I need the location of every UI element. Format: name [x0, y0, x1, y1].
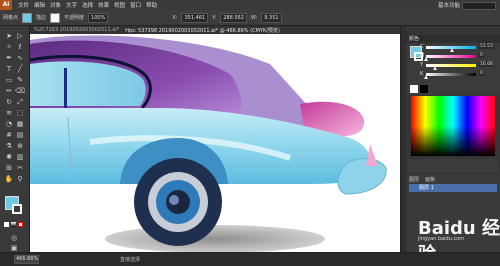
control-bar: 网格点 描边 不透明度 100% X: 351.461 Y: 288.562 W… [0, 10, 500, 26]
opacity-label: 不透明度 [64, 15, 85, 21]
channel-value[interactable]: 0 [479, 71, 484, 76]
document-tabs: %2C7283 2019002003002011.ai* Hps: 537398… [30, 26, 400, 34]
layer-name: 图层 1 [419, 185, 434, 191]
eraser-icon[interactable]: ⌫ [15, 87, 25, 95]
artboard-canvas[interactable] [30, 34, 400, 252]
menu-view[interactable]: 视图 [114, 1, 125, 9]
tab-artboards[interactable]: 画板 [425, 176, 435, 183]
panel-tab-row [408, 159, 498, 173]
mesh-tool-icon[interactable]: # [4, 131, 14, 139]
slider-thumb[interactable] [424, 75, 428, 79]
slice-tool-icon[interactable]: ✂ [15, 164, 25, 172]
rectangle-tool-icon[interactable]: ▭ [4, 76, 14, 84]
curvature-tool-icon[interactable]: ∿ [15, 54, 25, 62]
channel-value[interactable]: 51.53 [479, 44, 494, 49]
hub-highlight [169, 195, 179, 205]
direct-selection-tool-icon[interactable]: ▷ [15, 32, 25, 40]
color-panel-title: 颜色 [406, 35, 500, 43]
channel-label: C [420, 44, 424, 50]
channel-value[interactable]: 16.68 [479, 62, 494, 67]
mode-label: 网格点 [3, 15, 19, 21]
y-field[interactable]: 288.562 [220, 12, 247, 23]
menu-file[interactable]: 文件 [18, 1, 29, 9]
menu-bar: Ai 文件 编辑 对象 文字 选择 效果 视图 窗口 帮助 基本功能 [0, 0, 500, 10]
white-swatch[interactable] [410, 85, 418, 93]
status-bar: 466.86% 直接选择 [0, 252, 500, 266]
width-tool-icon[interactable]: ≋ [4, 109, 14, 117]
menu-list: 文件 编辑 对象 文字 选择 效果 视图 窗口 帮助 [18, 1, 157, 9]
workspace-switcher[interactable]: 基本功能 [438, 1, 460, 9]
perspective-grid-icon[interactable]: ▦ [15, 120, 25, 128]
channel-label: Y [420, 62, 424, 68]
stroke-label: 描边 [36, 15, 47, 21]
menu-window[interactable]: 窗口 [130, 1, 141, 9]
color-spectrum[interactable] [411, 96, 495, 156]
color-mode-icon[interactable] [4, 222, 9, 227]
w-field[interactable]: 9.351 [261, 12, 282, 23]
channel-value[interactable]: 0 [479, 53, 484, 58]
gradient-mode-icon[interactable] [11, 222, 16, 227]
layer-row[interactable]: 图层 1 [409, 184, 497, 192]
color-panel: 颜色 C 51.53 M 0 Y 16.68 K 0 [406, 35, 500, 95]
selection-tool-icon[interactable]: ➤ [4, 32, 14, 40]
line-tool-icon[interactable]: ╱ [15, 65, 25, 73]
car-artwork [30, 35, 387, 252]
none-mode-icon[interactable] [18, 222, 23, 227]
artboard-tool-icon[interactable]: ⊞ [4, 164, 14, 172]
eyedropper-icon[interactable]: ⚗ [4, 142, 14, 150]
graph-tool-icon[interactable]: ▥ [15, 153, 25, 161]
document-tab-active[interactable]: Hps: 537398 2019002003002011.ai* @ 466.8… [125, 27, 280, 34]
symbol-sprayer-icon[interactable]: ✺ [4, 153, 14, 161]
menu-help[interactable]: 帮助 [146, 1, 157, 9]
scale-tool-icon[interactable]: ⤢ [15, 98, 25, 106]
menu-type[interactable]: 文字 [66, 1, 77, 9]
status-info: 直接选择 [120, 257, 141, 263]
black-swatch[interactable] [420, 85, 428, 93]
rear-bumper[interactable] [337, 158, 387, 195]
search-input[interactable] [462, 2, 496, 10]
ground-shadow [105, 225, 325, 252]
blend-tool-icon[interactable]: ⊕ [15, 142, 25, 150]
app-logo: Ai [0, 0, 12, 10]
lasso-icon[interactable]: ℓ [15, 43, 25, 51]
rotate-tool-icon[interactable]: ↻ [4, 98, 14, 106]
channel-slider-m[interactable] [424, 55, 476, 61]
gradient-tool-icon[interactable]: ▤ [15, 131, 25, 139]
channel-label: K [420, 71, 424, 77]
pen-tool-icon[interactable]: ✒ [4, 54, 14, 62]
tab-layers[interactable]: 图层 [409, 176, 419, 183]
w-label: W: [250, 14, 258, 21]
menu-object[interactable]: 对象 [50, 1, 61, 9]
slider-thumb[interactable] [424, 57, 428, 61]
watermark-url: jingyan.baidu.com [418, 236, 465, 242]
free-transform-icon[interactable]: ⬚ [15, 109, 25, 117]
x-field[interactable]: 351.461 [181, 12, 209, 23]
menu-effect[interactable]: 效果 [98, 1, 109, 9]
channel-slider-c[interactable] [426, 46, 476, 52]
stroke-swatch[interactable] [50, 12, 61, 23]
draw-mode-icon[interactable]: ◎ [9, 234, 19, 242]
document-tab[interactable]: %2C7283 2019002003002011.ai* [34, 27, 119, 33]
slider-thumb[interactable] [432, 66, 437, 70]
menu-edit[interactable]: 编辑 [34, 1, 45, 9]
y-label: Y: [212, 14, 217, 21]
fill-swatch[interactable] [22, 12, 33, 23]
slider-thumb[interactable] [450, 48, 454, 52]
paintbrush-icon[interactable]: ✎ [15, 76, 25, 84]
channel-slider-k[interactable] [424, 73, 476, 79]
type-tool-icon[interactable]: T [4, 65, 14, 73]
magic-wand-icon[interactable]: ✧ [4, 43, 14, 51]
tools-panel: ➤ ▷ ✧ ℓ ✒ ∿ T ╱ ▭ ✎ ✏ ⌫ ↻ ⤢ ≋ ⬚ ◔ ▦ # ▤ … [0, 26, 30, 252]
channel-slider-y[interactable] [426, 64, 476, 70]
screen-mode-icon[interactable]: ▣ [9, 244, 19, 252]
zoom-field[interactable]: 466.86% [14, 255, 39, 264]
pencil-tool-icon[interactable]: ✏ [4, 87, 14, 95]
shape-builder-icon[interactable]: ◔ [4, 120, 14, 128]
menu-select[interactable]: 选择 [82, 1, 93, 9]
opacity-field[interactable]: 100% [88, 12, 109, 23]
stroke-color-box[interactable] [12, 204, 22, 214]
x-label: X: [172, 14, 178, 21]
zoom-tool-icon[interactable]: ⚲ [15, 175, 25, 183]
hand-tool-icon[interactable]: ✋ [4, 175, 14, 183]
